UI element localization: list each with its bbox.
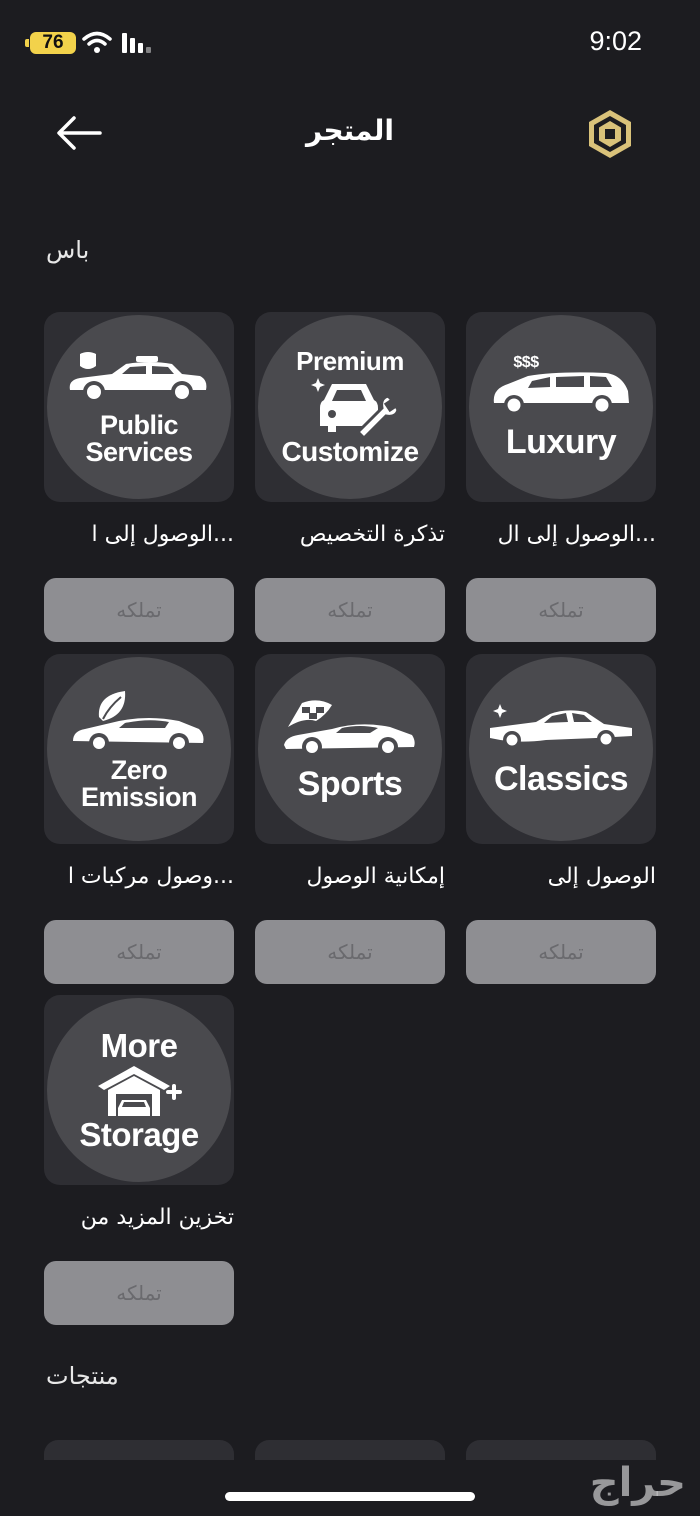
- product-tile-partial[interactable]: [44, 1440, 234, 1460]
- classic-car-icon: [490, 704, 632, 749]
- item-tile[interactable]: $$$ Luxury: [466, 312, 656, 502]
- item-name: ...وصول مركبات ا: [67, 864, 234, 889]
- item-tile[interactable]: Public Services: [44, 312, 234, 502]
- own-button[interactable]: تملكه: [466, 920, 656, 984]
- police-car-icon: [69, 352, 207, 403]
- wifi-icon: [82, 31, 112, 53]
- store-item-zero-emission[interactable]: Zero Emission ...وصول مركبات ا تملكه: [44, 654, 234, 984]
- status-bar: 76 9:02: [0, 0, 700, 86]
- home-indicator[interactable]: [225, 1492, 475, 1501]
- product-tile-partial[interactable]: [466, 1440, 656, 1460]
- own-button[interactable]: تملكه: [466, 578, 656, 642]
- own-button[interactable]: تملكه: [44, 920, 234, 984]
- cellular-signal-icon: [122, 33, 152, 53]
- own-button[interactable]: تملكه: [44, 1261, 234, 1325]
- customize-badge-icon: Premium Customize: [258, 315, 442, 499]
- status-time: 9:02: [589, 26, 642, 56]
- product-tile-partial[interactable]: [255, 1440, 445, 1460]
- section-title-products: منتجات: [46, 1362, 119, 1390]
- item-tile[interactable]: Premium Customize: [255, 312, 445, 502]
- robux-currency-icon[interactable]: [584, 108, 636, 160]
- store-item-customize[interactable]: Premium Customize تذكرة التخصيص تملكه: [255, 312, 445, 642]
- classics-badge-icon: Classics: [469, 657, 653, 841]
- item-tile[interactable]: Zero Emission: [44, 654, 234, 844]
- public-services-badge-icon: Public Services: [47, 315, 231, 499]
- item-name: الوصول إلى: [547, 864, 656, 889]
- store-item-more-storage[interactable]: More Storage تخزين المزيد من تملكه: [44, 995, 234, 1325]
- battery-indicator: 76: [25, 32, 76, 54]
- zero-emission-badge-icon: Zero Emission: [47, 657, 231, 841]
- item-name: إمكانية الوصول: [306, 864, 445, 889]
- item-name: تخزين المزيد من: [80, 1205, 234, 1230]
- item-name: تذكرة التخصيص: [299, 522, 445, 547]
- item-tile[interactable]: Classics: [466, 654, 656, 844]
- store-item-luxury[interactable]: $$$ Luxury ...الوصول إلى ال تملكه: [466, 312, 656, 642]
- item-tile[interactable]: More Storage: [44, 995, 234, 1185]
- header: المتجر: [0, 96, 700, 176]
- store-item-classics[interactable]: Classics الوصول إلى تملكه: [466, 654, 656, 984]
- item-name: ...الوصول إلى ا: [91, 522, 234, 547]
- own-button[interactable]: تملكه: [255, 578, 445, 642]
- sports-car-flag-icon: [284, 700, 415, 757]
- minivan-icon: [493, 372, 629, 415]
- more-storage-badge-icon: More Storage: [47, 998, 231, 1182]
- own-button[interactable]: تملكه: [255, 920, 445, 984]
- item-tile[interactable]: Sports: [255, 654, 445, 844]
- watermark-logo: حراج: [589, 1460, 686, 1506]
- luxury-badge-icon: $$$ Luxury: [469, 315, 653, 499]
- garage-plus-icon: [98, 1066, 182, 1116]
- sports-badge-icon: Sports: [258, 657, 442, 841]
- store-item-public-services[interactable]: Public Services ...الوصول إلى ا تملكه: [44, 312, 234, 642]
- own-button[interactable]: تملكه: [44, 578, 234, 642]
- section-title-passes: باس: [46, 236, 90, 264]
- electric-car-leaf-icon: [73, 691, 204, 753]
- item-name: ...الوصول إلى ال: [497, 522, 656, 547]
- store-item-sports[interactable]: Sports إمكانية الوصول تملكه: [255, 654, 445, 984]
- car-wrench-icon: [311, 378, 400, 438]
